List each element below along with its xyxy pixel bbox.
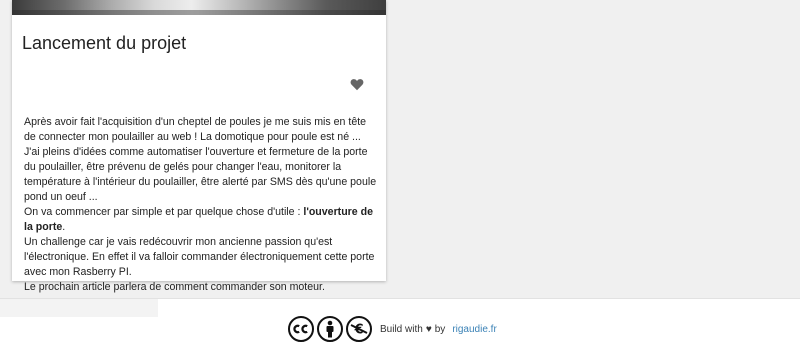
- footer-shade: [0, 299, 158, 317]
- article-image: [12, 0, 386, 15]
- build-credit: Build with ♥ by rigaudie.fr: [380, 324, 497, 335]
- article-paragraph: J'ai pleins d'idées comme automatiser l'…: [24, 146, 377, 203]
- heart-icon: ♥: [425, 323, 432, 335]
- article-paragraph: Après avoir fait l'acquisition d'un chep…: [24, 116, 367, 143]
- article-text: On va commencer par simple et par quelqu…: [24, 206, 304, 218]
- non-commercial-icon[interactable]: €: [346, 316, 372, 342]
- build-prefix: Build with: [380, 323, 423, 335]
- article-paragraph: Le prochain article parlera de comment c…: [24, 281, 325, 293]
- by-attribution-icon[interactable]: [317, 316, 343, 342]
- article-paragraph: On va commencer par simple et par quelqu…: [24, 205, 380, 235]
- heart-icon[interactable]: [350, 78, 364, 91]
- article-card: Lancement du projet Après avoir fait l'a…: [12, 0, 386, 293]
- article-paragraph: Un challenge car je vais redécouvrir mon…: [24, 236, 375, 278]
- article-text: .: [62, 221, 66, 233]
- article-body: Après avoir fait l'acquisition d'un chep…: [24, 115, 380, 295]
- license-badges: € Build with ♥ by rigaudie.fr: [288, 316, 497, 342]
- build-by: by: [434, 323, 446, 335]
- cc-icon[interactable]: [288, 316, 314, 342]
- article-title: Lancement du projet: [22, 33, 187, 53]
- site-link[interactable]: rigaudie.fr: [452, 324, 496, 335]
